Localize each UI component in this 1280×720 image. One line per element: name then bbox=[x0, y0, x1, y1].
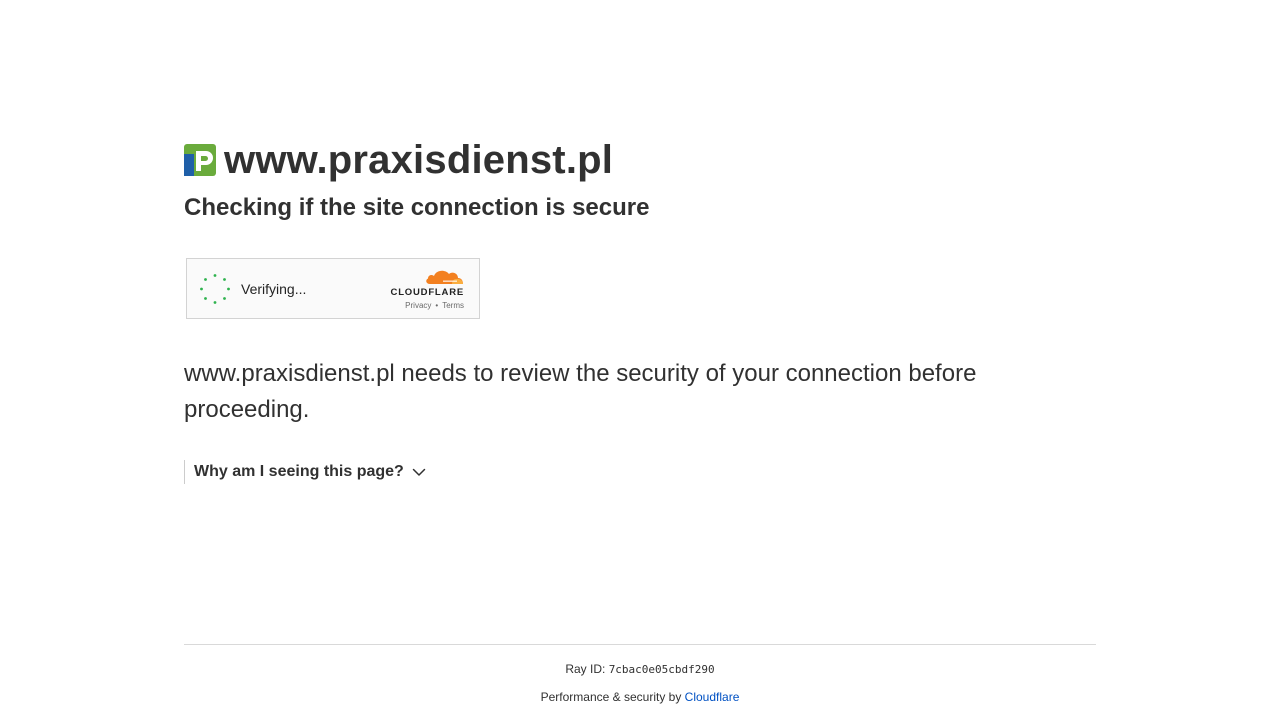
turnstile-widget[interactable]: Verifying... CLOUDFLARE Privacy • Terms bbox=[186, 258, 480, 319]
praxisdienst-logo-icon bbox=[184, 144, 216, 176]
challenge-page: www.praxisdienst.pl Checking if the site… bbox=[0, 0, 1280, 720]
privacy-link[interactable]: Privacy bbox=[405, 301, 431, 310]
loading-spinner-icon bbox=[200, 273, 230, 304]
widget-status: Verifying... bbox=[187, 273, 306, 305]
widget-links: Privacy • Terms bbox=[405, 301, 464, 310]
footer-divider bbox=[184, 644, 1096, 645]
performance-prefix: Performance & security by bbox=[540, 690, 685, 704]
ray-id-value: 7cbac0e05cbdf290 bbox=[608, 663, 715, 676]
verifying-text: Verifying... bbox=[241, 280, 307, 297]
chevron-down-icon bbox=[412, 468, 426, 476]
cloudflare-cloud-icon bbox=[426, 270, 463, 284]
ray-id-line: Ray ID: 7cbac0e05cbdf290 bbox=[0, 662, 1280, 676]
performance-line: Performance & security by Cloudflare bbox=[0, 690, 1280, 704]
why-seeing-page-toggle[interactable]: Why am I seeing this page? bbox=[184, 460, 426, 484]
site-header: www.praxisdienst.pl bbox=[184, 138, 613, 182]
cloudflare-logo: CLOUDFLARE bbox=[391, 267, 464, 298]
cloudflare-link[interactable]: Cloudflare bbox=[685, 690, 740, 704]
ray-id-label: Ray ID: bbox=[565, 662, 609, 676]
page-subheading: Checking if the site connection is secur… bbox=[184, 194, 650, 221]
terms-link[interactable]: Terms bbox=[442, 301, 464, 310]
security-description: www.praxisdienst.pl needs to review the … bbox=[184, 360, 977, 423]
cloudflare-wordmark: CLOUDFLARE bbox=[390, 287, 464, 298]
cloudflare-branding: CLOUDFLARE Privacy • Terms bbox=[391, 267, 479, 310]
why-seeing-page-label: Why am I seeing this page? bbox=[194, 463, 404, 480]
site-name: www.praxisdienst.pl bbox=[224, 138, 614, 182]
link-separator: • bbox=[435, 301, 439, 310]
